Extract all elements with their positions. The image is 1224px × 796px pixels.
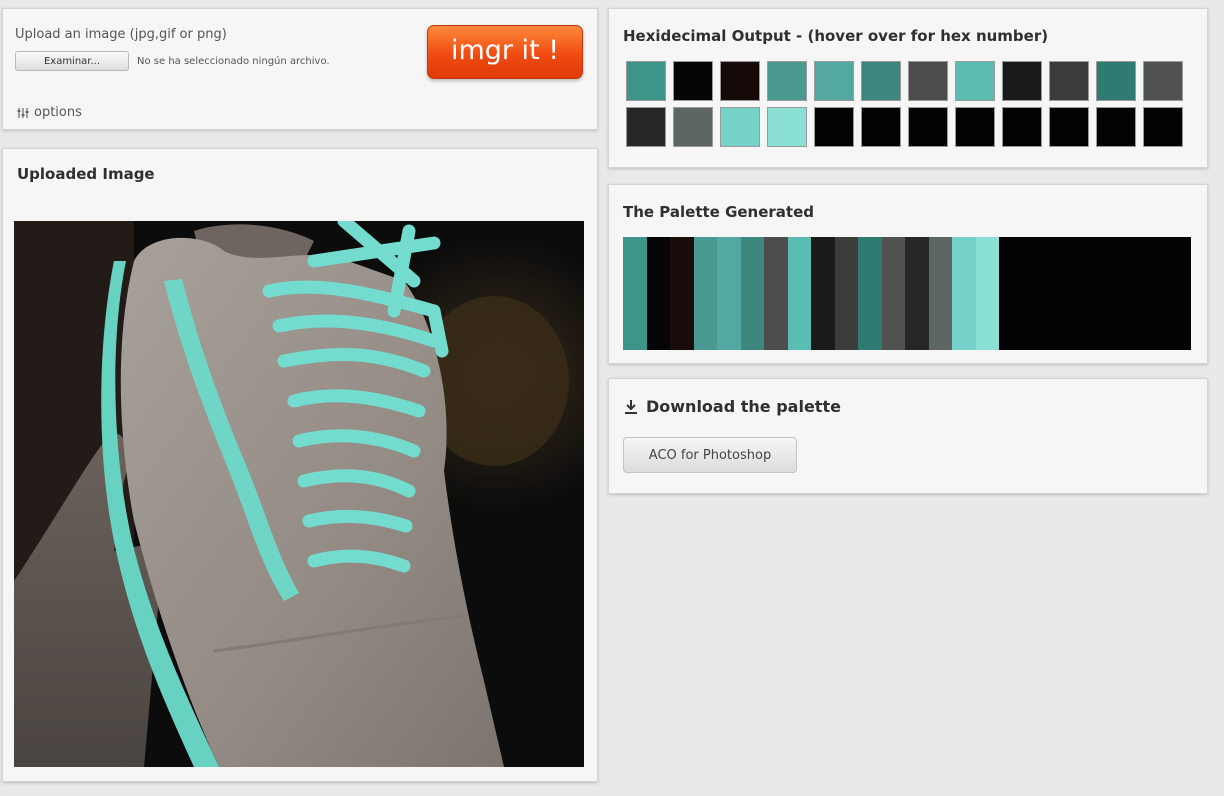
hex-output-title: Hexidecimal Output - (hover over for hex… <box>623 27 1049 45</box>
palette-stripe <box>717 237 741 350</box>
color-swatch[interactable] <box>673 61 713 101</box>
palette-stripe <box>787 237 811 350</box>
color-swatch[interactable] <box>673 107 713 147</box>
color-swatch[interactable] <box>1049 107 1089 147</box>
color-swatch[interactable] <box>720 107 760 147</box>
palette-stripe <box>999 237 1191 350</box>
color-swatch[interactable] <box>626 107 666 147</box>
color-swatch[interactable] <box>861 61 901 101</box>
palette-bar <box>623 237 1191 350</box>
palette-stripe <box>975 237 999 350</box>
options-toggle[interactable]: options <box>17 105 82 120</box>
color-swatch[interactable] <box>908 107 948 147</box>
color-swatch[interactable] <box>1049 61 1089 101</box>
aco-photoshop-button[interactable]: ACO for Photoshop <box>623 437 797 473</box>
palette-stripe <box>670 237 694 350</box>
palette-stripe <box>881 237 905 350</box>
hex-swatch-grid <box>626 61 1183 147</box>
download-panel: Download the palette ACO for Photoshop <box>608 378 1208 494</box>
color-swatch[interactable] <box>767 61 807 101</box>
palette-stripe <box>623 237 647 350</box>
color-swatch[interactable] <box>908 61 948 101</box>
download-icon <box>625 399 637 414</box>
color-swatch[interactable] <box>1143 61 1183 101</box>
color-swatch[interactable] <box>955 61 995 101</box>
upload-panel: Upload an image (jpg,gif or png) Examina… <box>2 8 598 130</box>
color-swatch[interactable] <box>814 107 854 147</box>
color-swatch[interactable] <box>1002 107 1042 147</box>
palette-stripe <box>693 237 717 350</box>
palette-stripe <box>928 237 952 350</box>
palette-stripe <box>858 237 882 350</box>
color-swatch[interactable] <box>767 107 807 147</box>
color-swatch[interactable] <box>955 107 995 147</box>
palette-stripe <box>811 237 835 350</box>
download-title: Download the palette <box>623 397 841 416</box>
palette-panel: The Palette Generated <box>608 184 1208 364</box>
shoe-photo-illustration <box>14 221 584 767</box>
upload-label: Upload an image (jpg,gif or png) <box>15 27 227 42</box>
file-input-row: Examinar... No se ha seleccionado ningún… <box>15 51 330 71</box>
palette-stripe <box>905 237 929 350</box>
color-swatch[interactable] <box>1096 107 1136 147</box>
color-swatch[interactable] <box>861 107 901 147</box>
palette-stripe <box>740 237 764 350</box>
color-swatch[interactable] <box>720 61 760 101</box>
palette-stripe <box>952 237 976 350</box>
color-swatch[interactable] <box>1143 107 1183 147</box>
uploaded-image-title: Uploaded Image <box>17 165 155 183</box>
color-swatch[interactable] <box>814 61 854 101</box>
imgr-it-button[interactable]: imgr it ! <box>427 25 583 79</box>
palette-stripe <box>646 237 670 350</box>
browse-file-button[interactable]: Examinar... <box>15 51 129 71</box>
hex-output-panel: Hexidecimal Output - (hover over for hex… <box>608 8 1208 168</box>
options-label: options <box>34 105 82 120</box>
uploaded-shoe-photo <box>14 221 584 767</box>
sliders-icon <box>17 107 29 118</box>
file-status-text: No se ha seleccionado ningún archivo. <box>137 55 330 67</box>
uploaded-image-panel: Uploaded Image <box>2 148 598 782</box>
color-swatch[interactable] <box>1002 61 1042 101</box>
color-swatch[interactable] <box>1096 61 1136 101</box>
color-swatch[interactable] <box>626 61 666 101</box>
palette-title: The Palette Generated <box>623 203 815 221</box>
palette-stripe <box>834 237 858 350</box>
download-title-text: Download the palette <box>646 397 841 416</box>
palette-stripe <box>764 237 788 350</box>
